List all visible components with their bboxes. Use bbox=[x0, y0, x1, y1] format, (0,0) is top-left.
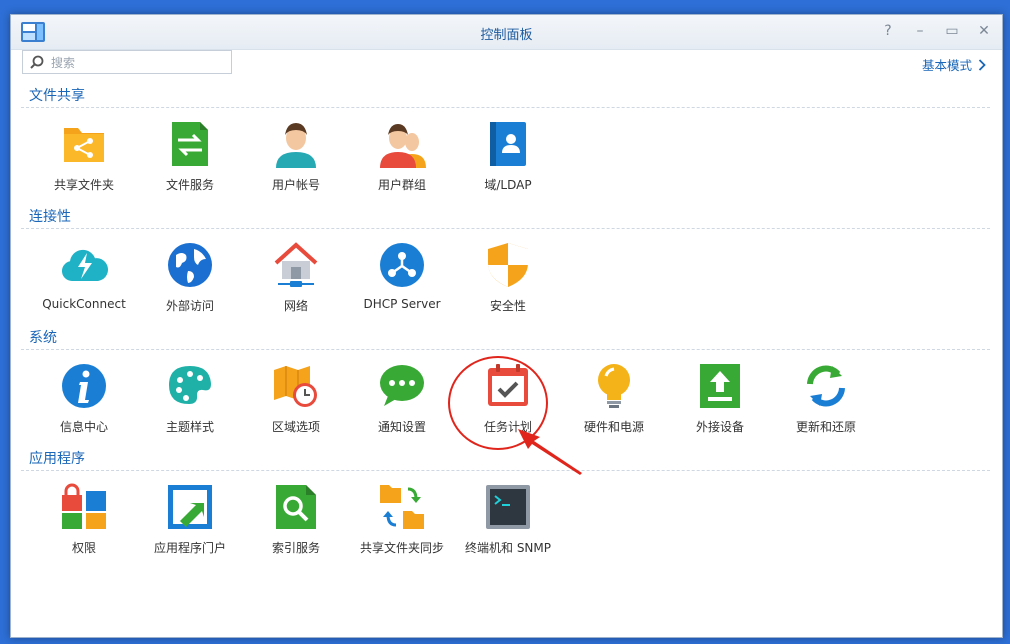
help-button[interactable]: ? bbox=[880, 22, 896, 40]
lock-grid-icon bbox=[62, 483, 106, 529]
item-file-services[interactable]: 文件服务 bbox=[137, 120, 243, 193]
item-label: 权限 bbox=[71, 541, 96, 555]
item-terminal-snmp[interactable]: 终端机和 SNMP bbox=[455, 483, 561, 556]
maximize-button[interactable]: ▭ bbox=[944, 22, 960, 40]
item-label: 区域选项 bbox=[271, 420, 320, 434]
palette-icon bbox=[169, 366, 211, 404]
index-search-icon bbox=[276, 485, 316, 529]
ldap-icon bbox=[490, 122, 526, 166]
terminal-icon bbox=[486, 485, 530, 529]
item-privileges[interactable]: 权限 bbox=[31, 483, 137, 556]
group-icon bbox=[380, 124, 426, 168]
item-label: 域/LDAP bbox=[484, 178, 532, 192]
section-applications: 应用程序 权限 应用程序门户 索引服务 共享文件夹同步 终端机和 SNMP bbox=[21, 448, 990, 569]
search-icon bbox=[30, 55, 44, 69]
lightbulb-icon bbox=[598, 364, 630, 408]
basic-mode-link[interactable]: 基本模式 bbox=[922, 55, 986, 74]
minimize-button[interactable]: – bbox=[912, 22, 928, 40]
chevron-right-icon bbox=[978, 58, 986, 71]
item-application-portal[interactable]: 应用程序门户 bbox=[137, 483, 243, 556]
item-info-center[interactable]: 信息中心 bbox=[31, 362, 137, 435]
annotation-arrow-icon bbox=[518, 429, 582, 475]
quickconnect-icon bbox=[61, 249, 108, 281]
item-dhcp-server[interactable]: DHCP Server bbox=[349, 241, 455, 311]
item-user-account[interactable]: 用户帐号 bbox=[243, 120, 349, 193]
file-services-icon bbox=[172, 122, 208, 166]
item-label: QuickConnect bbox=[42, 297, 126, 311]
dhcp-icon bbox=[380, 243, 424, 287]
refresh-icon bbox=[807, 365, 845, 407]
item-label: 应用程序门户 bbox=[153, 541, 226, 555]
item-regional-options[interactable]: 区域选项 bbox=[243, 362, 349, 435]
item-label: 共享文件夹 bbox=[53, 178, 114, 192]
item-shared-folder-sync[interactable]: 共享文件夹同步 bbox=[349, 483, 455, 556]
search-box[interactable] bbox=[22, 50, 232, 74]
item-label: 用户帐号 bbox=[271, 178, 320, 192]
shared-folder-icon bbox=[64, 128, 104, 162]
folder-sync-icon bbox=[380, 485, 424, 529]
item-security[interactable]: 安全性 bbox=[455, 241, 561, 314]
item-label: 外部访问 bbox=[165, 299, 214, 313]
external-device-icon bbox=[700, 364, 740, 408]
item-label: 用户群组 bbox=[377, 178, 426, 192]
item-label: 终端机和 SNMP bbox=[465, 541, 551, 555]
item-label: 安全性 bbox=[489, 299, 526, 313]
section-title: 文件共享 bbox=[21, 85, 990, 108]
item-label: 外接设备 bbox=[695, 420, 744, 434]
map-clock-icon bbox=[274, 366, 317, 407]
item-indexing-service[interactable]: 索引服务 bbox=[243, 483, 349, 556]
item-label: 索引服务 bbox=[271, 541, 320, 555]
item-theme[interactable]: 主题样式 bbox=[137, 362, 243, 435]
item-label: 文件服务 bbox=[165, 178, 214, 192]
shield-icon bbox=[488, 243, 528, 287]
network-icon bbox=[274, 242, 318, 287]
section-title: 连接性 bbox=[21, 206, 990, 229]
item-hardware-power[interactable]: 硬件和电源 bbox=[561, 362, 667, 435]
section-title: 系统 bbox=[21, 327, 990, 350]
basic-mode-label: 基本模式 bbox=[921, 58, 972, 73]
chat-bubble-icon bbox=[380, 365, 424, 406]
item-label: 通知设置 bbox=[377, 420, 426, 434]
item-user-group[interactable]: 用户群组 bbox=[349, 120, 455, 193]
item-label: 更新和还原 bbox=[795, 420, 856, 434]
item-label: DHCP Server bbox=[363, 297, 441, 311]
item-label: 主题样式 bbox=[165, 420, 214, 434]
item-shared-folder[interactable]: 共享文件夹 bbox=[31, 120, 137, 193]
item-network[interactable]: 网络 bbox=[243, 241, 349, 314]
window-controls: ? – ▭ ✕ bbox=[880, 22, 992, 40]
item-external-devices[interactable]: 外接设备 bbox=[667, 362, 773, 435]
search-input[interactable] bbox=[49, 53, 231, 73]
item-label: 信息中心 bbox=[59, 420, 108, 434]
item-notification[interactable]: 通知设置 bbox=[349, 362, 455, 435]
close-button[interactable]: ✕ bbox=[976, 22, 992, 40]
app-portal-icon bbox=[168, 485, 212, 529]
item-domain-ldap[interactable]: 域/LDAP bbox=[455, 120, 561, 193]
control-panel-window: 控制面板 ? – ▭ ✕ 基本模式 文件共享 bbox=[10, 14, 1003, 638]
section-title: 应用程序 bbox=[21, 448, 990, 471]
item-quickconnect[interactable]: QuickConnect bbox=[31, 241, 137, 311]
user-icon bbox=[276, 123, 316, 168]
globe-icon bbox=[168, 243, 212, 287]
item-update-restore[interactable]: 更新和还原 bbox=[773, 362, 879, 435]
item-label: 共享文件夹同步 bbox=[359, 541, 444, 555]
item-label: 网络 bbox=[283, 299, 308, 313]
section-file-sharing: 文件共享 共享文件夹 文件服务 用户帐号 用户群组 域/LDAP bbox=[21, 85, 990, 206]
title-bar[interactable]: 控制面板 ? – ▭ ✕ bbox=[11, 15, 1002, 50]
info-icon bbox=[62, 364, 106, 408]
window-title: 控制面板 bbox=[480, 28, 533, 43]
section-connectivity: 连接性 QuickConnect 外部访问 网络 DHCP Server 安全性 bbox=[21, 206, 990, 327]
item-external-access[interactable]: 外部访问 bbox=[137, 241, 243, 314]
